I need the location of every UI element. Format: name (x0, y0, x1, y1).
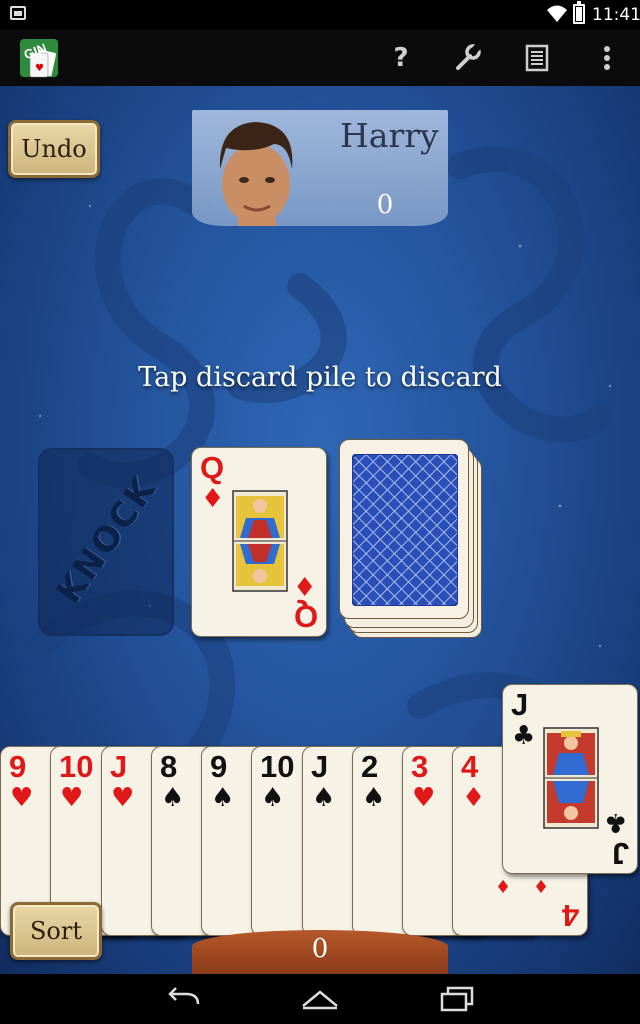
card-suit-icon: ♠ (261, 783, 285, 813)
status-bar: 11:41 (0, 0, 640, 30)
card-suit-icon: ♥ (111, 783, 135, 813)
card-suit-icon: ♥ (60, 783, 84, 813)
back-icon[interactable] (164, 986, 204, 1012)
card-rank: 2 (361, 749, 379, 784)
card-suit-icon: ♥ (412, 783, 436, 813)
drawn-card[interactable]: J ♣ J ♣ (502, 684, 638, 874)
queen-portrait (232, 490, 288, 592)
card-rank: 8 (160, 749, 178, 784)
discard-pile-card[interactable]: Q ♦ Q ♦ (191, 447, 327, 637)
card-suit-icon-bottom: ♦ (292, 570, 316, 600)
battery-icon (573, 1, 585, 24)
undo-label: Undo (21, 135, 87, 163)
opponent-score: 0 (376, 190, 394, 220)
player-score: 0 (311, 934, 329, 964)
gin-rummy-app-icon[interactable]: GIN ♥ (18, 37, 60, 79)
card-rank: 3 (411, 749, 429, 784)
overflow-menu-button[interactable] (592, 43, 622, 73)
stock-pile[interactable] (339, 439, 469, 619)
home-icon[interactable] (299, 986, 341, 1012)
card-suit-icon: ♠ (312, 783, 336, 813)
sort-button[interactable]: Sort (10, 902, 102, 960)
help-icon: ? (393, 43, 409, 73)
card-suit-icon: ♠ (362, 783, 386, 813)
card-pip-icon: ♦ (495, 877, 512, 898)
wrench-icon (456, 43, 481, 70)
svg-text:♥: ♥ (35, 63, 44, 74)
knock-zone[interactable]: KNOCK (38, 448, 174, 636)
undo-button[interactable]: Undo (8, 120, 100, 178)
card-rank: J (511, 687, 529, 722)
card-suit-icon: ♠ (161, 783, 185, 813)
status-clock: 11:41 (592, 5, 640, 25)
settings-button[interactable] (452, 43, 482, 73)
card-suit-icon-bottom: ♣ (603, 807, 627, 837)
gallery-notification-icon (10, 6, 26, 20)
card-rank: 9 (210, 749, 228, 784)
jack-portrait (543, 727, 599, 829)
overflow-menu-icon (604, 46, 610, 70)
card-rank: 10 (59, 749, 94, 784)
card-suit-icon: ♠ (211, 783, 235, 813)
card-pip-icon: ♦ (533, 877, 550, 898)
card-suit-icon: ♦ (462, 783, 486, 813)
card-suit-icon: ♣ (512, 721, 536, 751)
instruction-message: Tap discard pile to discard (138, 362, 502, 393)
scores-button[interactable] (522, 43, 552, 73)
scoresheet-icon (525, 44, 549, 72)
opponent-avatar (219, 122, 293, 226)
help-button[interactable]: ? (386, 43, 416, 73)
card-suit-icon: ♦ (201, 484, 225, 514)
opponent-name: Harry (340, 116, 439, 155)
knock-label: KNOCK (49, 469, 165, 611)
card-rank-bottom: 4 (561, 898, 579, 933)
sort-label: Sort (29, 917, 82, 945)
card-back-pattern (352, 454, 458, 606)
card-rank: J (311, 749, 329, 784)
card-rank-bottom: J (611, 836, 629, 871)
player-score-panel: 0 (192, 930, 448, 974)
card-rank-bottom: Q (293, 599, 318, 634)
card-rank: 4 (461, 749, 479, 784)
card-rank: J (110, 749, 128, 784)
wifi-icon (547, 5, 567, 22)
card-rank: Q (200, 450, 225, 485)
recents-icon[interactable] (438, 986, 476, 1012)
card-rank: 10 (260, 749, 295, 784)
card-suit-icon: ♥ (10, 783, 34, 813)
card-rank: 9 (9, 749, 27, 784)
